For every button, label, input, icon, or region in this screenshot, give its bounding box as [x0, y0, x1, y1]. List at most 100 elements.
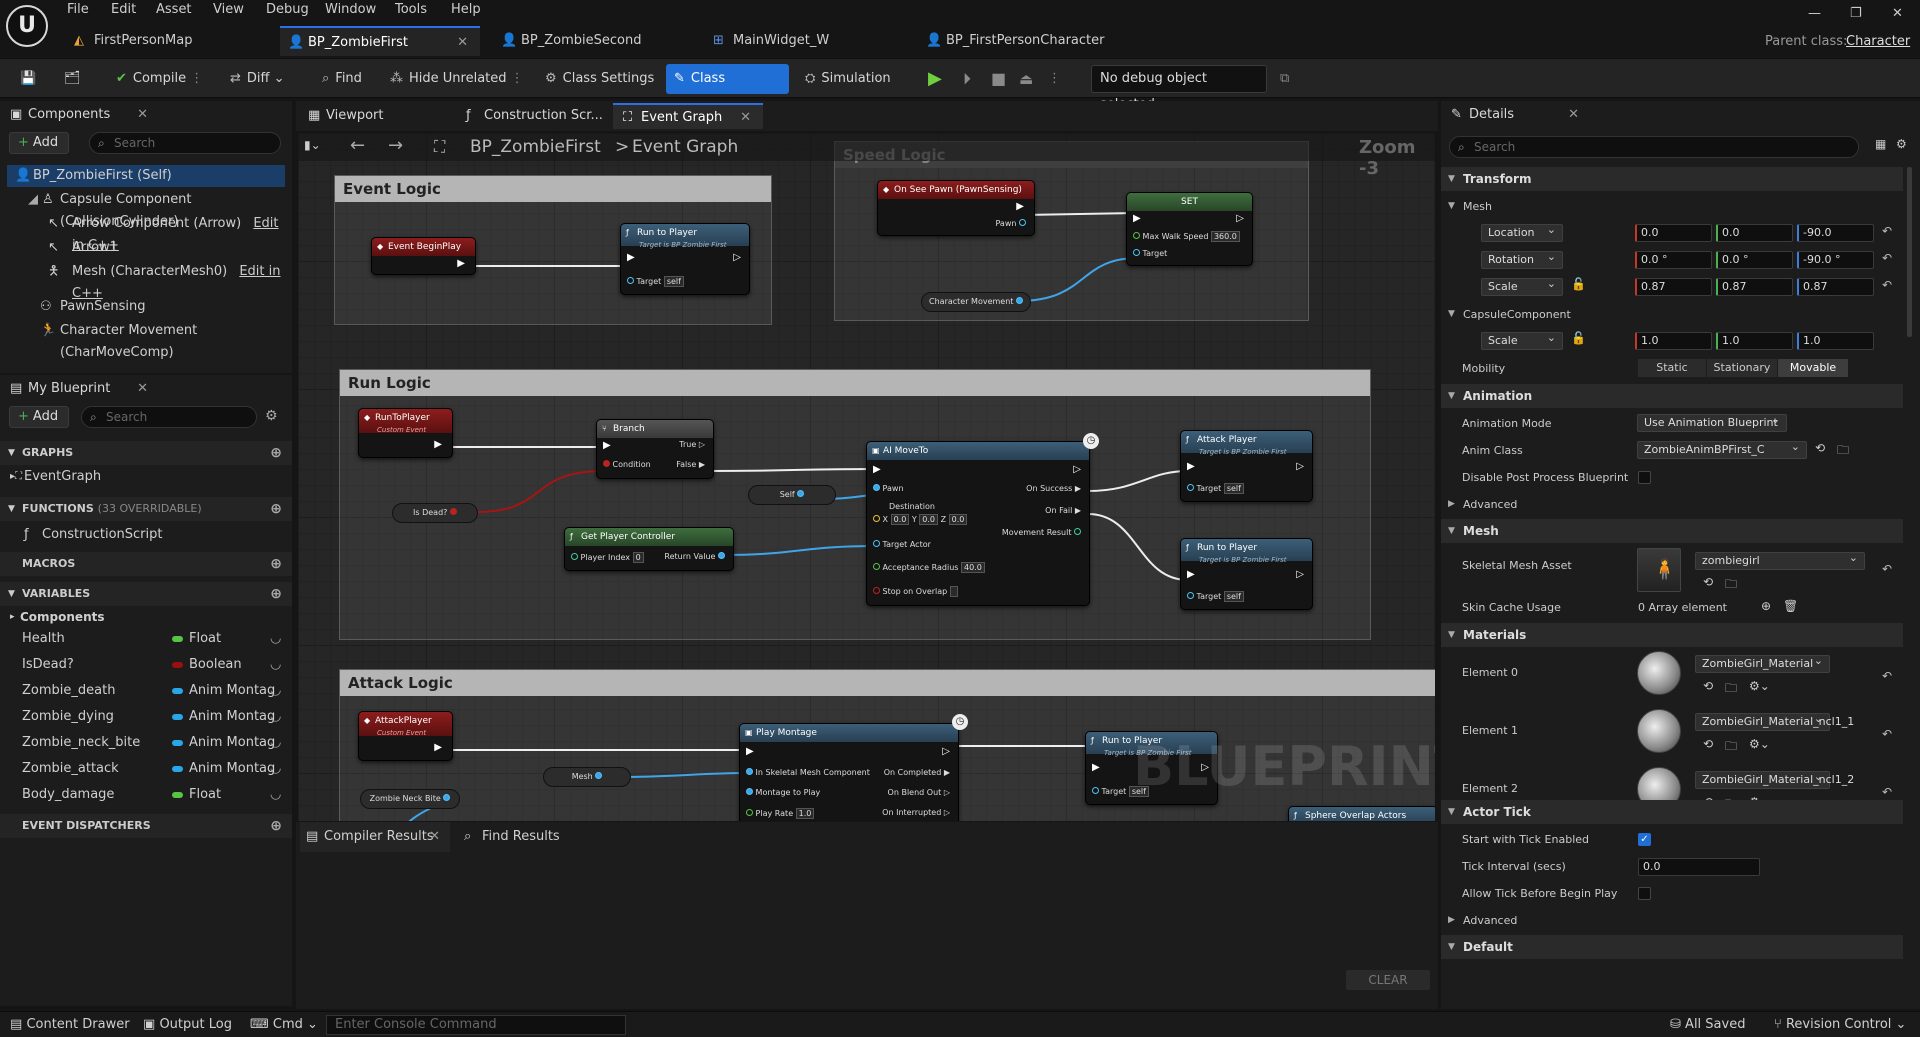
tab-event-graph[interactable]: ⛶ Event Graph ✕: [613, 103, 763, 129]
revision-control-button[interactable]: ⑂ Revision Control ⌄: [1774, 1017, 1906, 1032]
pawn-pin[interactable]: Pawn: [995, 219, 1026, 228]
table-view-icon[interactable]: ▦: [1875, 137, 1886, 151]
find-button[interactable]: ⌕ Find: [314, 64, 370, 94]
tab-construction-script[interactable]: ƒ Construction Scr...: [456, 103, 606, 129]
exec-out-pin[interactable]: ▶: [434, 742, 442, 753]
node-zombie-neck-bite-var[interactable]: Zombie Neck Bite: [360, 789, 460, 809]
node-on-see-pawn[interactable]: ◆ On See Pawn (PawnSensing) ▶ Pawn: [877, 180, 1035, 236]
back-arrow-icon[interactable]: ←: [350, 135, 365, 156]
scale-z-field[interactable]: 0.87: [1797, 278, 1874, 296]
scale-x-field[interactable]: 0.87: [1635, 278, 1712, 296]
target-pin[interactable]: Target self: [627, 276, 684, 287]
use-selected-icon[interactable]: ⟲: [1703, 737, 1713, 751]
section-transform[interactable]: ▼ Transform: [1441, 167, 1903, 191]
save-icon[interactable]: 💾: [12, 64, 44, 94]
use-selected-icon[interactable]: ⟲: [1703, 679, 1713, 693]
step-icon[interactable]: ⏵: [955, 64, 979, 94]
menu-tools[interactable]: Tools: [395, 2, 427, 20]
close-panel-icon[interactable]: ✕: [137, 102, 148, 128]
exec-out-pin[interactable]: ▷: [1296, 461, 1304, 472]
menu-help[interactable]: Help: [451, 2, 481, 20]
event-graph-item[interactable]: ▸⛶ EventGraph: [10, 466, 280, 488]
target-actor-pin[interactable]: Target Actor: [873, 540, 931, 549]
disable-pp-checkbox[interactable]: [1638, 471, 1651, 484]
event-graph-canvas[interactable]: Zoom -3 Event Logic Speed Logic Run Logi…: [298, 133, 1435, 821]
movement-result-pin[interactable]: Movement Result: [1002, 528, 1081, 537]
skeletal-mesh-thumbnail[interactable]: 🧍: [1637, 548, 1681, 592]
node-attackplayer-event[interactable]: ◆ AttackPlayer Custom Event ▶: [358, 711, 453, 761]
on-completed-pin[interactable]: On Completed ▶: [884, 768, 950, 777]
location-z-field[interactable]: -90.0: [1797, 224, 1874, 242]
mobility-stationary[interactable]: Stationary: [1707, 359, 1777, 377]
simulation-button[interactable]: ⛭ Simulation: [797, 64, 899, 94]
exec-in-pin[interactable]: ▶: [603, 440, 611, 451]
visibility-eye-icon[interactable]: ◡: [270, 732, 281, 753]
capsule-scale-z-field[interactable]: 1.0: [1797, 332, 1874, 350]
node-branch[interactable]: ⑂ Branch ▶ True ▷ Condition False ▶: [596, 419, 714, 479]
capsule-scale-x-field[interactable]: 1.0: [1635, 332, 1712, 350]
cmd-dropdown[interactable]: ⌨ Cmd ⌄: [250, 1017, 318, 1032]
exec-out-pin[interactable]: ▷: [733, 252, 741, 263]
node-mesh-var[interactable]: Mesh: [543, 767, 631, 787]
clear-button[interactable]: CLEAR: [1346, 970, 1430, 990]
reset-arrow-icon[interactable]: ↶: [1882, 562, 1892, 576]
menu-view[interactable]: View: [213, 2, 244, 20]
node-event-beginplay[interactable]: ◆ Event BeginPlay ▶: [371, 237, 476, 275]
reset-arrow-icon[interactable]: ↶: [1882, 224, 1892, 238]
rotation-y-field[interactable]: 0.0 °: [1716, 251, 1793, 269]
breadcrumb-graph[interactable]: Event Graph: [632, 137, 738, 157]
doc-tab-bp-zombiefirst[interactable]: 👤 BP_ZombieFirst ✕: [280, 26, 480, 56]
use-selected-icon[interactable]: ⟲: [1815, 441, 1825, 455]
add-element-icon[interactable]: ⊕: [1761, 599, 1771, 613]
doc-tab-bp-firstpersoncharacter[interactable]: 👤 BP_FirstPersonCharacter: [918, 26, 1148, 56]
destination-pin[interactable]: X 0.0 Y 0.0 Z 0.0: [873, 514, 968, 525]
start-tick-checkbox[interactable]: ✓: [1638, 833, 1651, 846]
event-dispatchers-section[interactable]: EVENT DISPATCHERS ⊕: [0, 814, 292, 838]
component-pawnsensing[interactable]: ⚇ PawnSensing: [38, 296, 288, 318]
stop-icon[interactable]: ■: [983, 64, 1014, 94]
exec-in-pin[interactable]: ▶: [873, 464, 881, 475]
exec-in-pin[interactable]: ▶: [1187, 461, 1195, 472]
details-search-input[interactable]: ⌕ Search: [1449, 136, 1859, 158]
component-arrow[interactable]: ↖ Arrow Component (Arrow) Edit in C++: [46, 213, 286, 253]
browse-icon[interactable]: 🗀: [1725, 679, 1737, 700]
skeletal-mesh-dropdown[interactable]: zombiegirl: [1695, 550, 1865, 570]
section-default[interactable]: ▼ Default: [1441, 935, 1903, 959]
variable-item[interactable]: IsDead? Boolean ◡: [22, 654, 284, 675]
player-index-pin[interactable]: Player Index 0: [571, 552, 644, 563]
rotation-mode-dropdown[interactable]: Rotation: [1481, 249, 1563, 269]
node-run-to-player-call-2[interactable]: ƒ Run to Player Target is BP Zombie First …: [1180, 538, 1313, 610]
debug-filter-icon[interactable]: ⧉: [1272, 64, 1297, 94]
material-thumbnail[interactable]: [1637, 709, 1681, 753]
visibility-eye-icon[interactable]: ◡: [270, 784, 281, 805]
details-tab[interactable]: ✎ Details ✕: [1441, 102, 1591, 128]
capsule-scale-dropdown[interactable]: Scale: [1481, 330, 1563, 350]
tick-interval-field[interactable]: 0.0: [1638, 858, 1760, 876]
close-panel-icon[interactable]: ✕: [1568, 102, 1579, 128]
play-rate-pin[interactable]: Play Rate 1.0: [746, 808, 815, 819]
allow-tick-checkbox[interactable]: [1638, 887, 1651, 900]
node-set-max-walk-speed[interactable]: SET ▶ ▷ Max Walk Speed 360.0 Target: [1126, 192, 1253, 266]
node-sphere-overlap-actors[interactable]: ƒ Sphere Overlap Actors: [1288, 806, 1435, 821]
visibility-eye-icon[interactable]: ◡: [270, 758, 281, 779]
unreal-logo-icon[interactable]: U: [6, 5, 48, 47]
on-blend-out-pin[interactable]: On Blend Out ▷: [888, 788, 950, 797]
exec-in-pin[interactable]: ▶: [1092, 762, 1100, 773]
class-settings-button[interactable]: ⚙ Class Settings: [537, 64, 662, 94]
return-value-pin[interactable]: Return Value: [664, 552, 725, 561]
components-tab[interactable]: ▣ Components ✕: [0, 102, 160, 128]
montage-to-play-pin[interactable]: Montage to Play: [746, 788, 820, 797]
menu-file[interactable]: File: [67, 2, 89, 20]
condition-pin[interactable]: Condition: [603, 460, 651, 469]
component-self[interactable]: 👤 BP_ZombieFirst (Self): [7, 165, 285, 187]
material-dropdown[interactable]: ZombieGirl_Material_ncl1_2: [1695, 769, 1854, 789]
debug-object-select[interactable]: No debug object selected ⌄: [1091, 65, 1267, 112]
skeletal-mesh-pin[interactable]: In Skeletal Mesh Component: [746, 768, 870, 777]
compile-button[interactable]: ✔ Compile ⋮: [108, 64, 211, 94]
node-play-montage[interactable]: ▣ Play Montage ▶ ▷ In Skeletal Mesh Compo…: [739, 723, 959, 821]
menu-asset[interactable]: Asset: [156, 2, 192, 20]
exec-out-pin[interactable]: ▶: [1016, 201, 1024, 212]
browse-icon[interactable]: 🗀: [1725, 575, 1737, 596]
add-member-button[interactable]: + Add: [9, 406, 69, 428]
on-success-pin[interactable]: On Success ▶: [1026, 484, 1081, 493]
